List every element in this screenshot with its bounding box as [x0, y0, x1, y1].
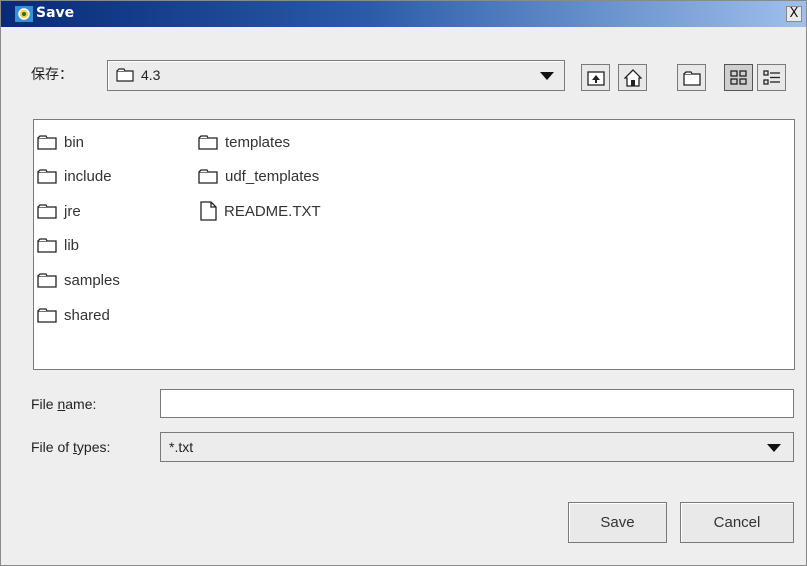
- list-item[interactable]: lib: [37, 235, 79, 255]
- details-view-button[interactable]: [757, 64, 786, 91]
- app-icon: [15, 6, 33, 22]
- details-view-icon: [763, 70, 780, 85]
- title-bar[interactable]: Save X: [1, 1, 806, 27]
- save-dialog: Save X 保存： 4.3 bin include jre lib sampl…: [0, 0, 807, 566]
- list-item-label: README.TXT: [224, 202, 321, 220]
- new-folder-icon: [683, 71, 701, 86]
- list-item-label: include: [64, 167, 112, 185]
- file-list[interactable]: bin include jre lib samples shared templ…: [33, 119, 795, 370]
- list-item-label: jre: [64, 202, 81, 220]
- close-button[interactable]: X: [786, 6, 802, 22]
- list-item-label: udf_templates: [225, 167, 320, 185]
- save-in-dropdown[interactable]: 4.3: [107, 60, 565, 91]
- folder-icon: [37, 203, 57, 219]
- chevron-down-icon: [540, 72, 554, 80]
- list-view-icon: [730, 70, 747, 85]
- folder-icon: [198, 168, 218, 184]
- file-type-dropdown[interactable]: *.txt: [160, 432, 794, 462]
- cancel-button[interactable]: Cancel: [680, 502, 794, 543]
- list-item[interactable]: include: [37, 166, 112, 186]
- file-name-label: File name:: [31, 396, 97, 412]
- chevron-down-icon: [767, 444, 781, 452]
- up-one-level-button[interactable]: [581, 64, 610, 91]
- folder-icon: [37, 134, 57, 150]
- folder-icon: [37, 168, 57, 184]
- list-item[interactable]: templates: [198, 132, 290, 152]
- list-item[interactable]: udf_templates: [198, 166, 319, 186]
- list-item[interactable]: bin: [37, 132, 84, 152]
- list-item-label: templates: [225, 133, 291, 151]
- list-item[interactable]: samples: [37, 270, 120, 290]
- up-one-level-icon: [587, 71, 605, 86]
- file-name-input[interactable]: [160, 389, 794, 418]
- save-button[interactable]: Save: [568, 502, 667, 543]
- file-icon: [200, 201, 217, 221]
- list-item-label: bin: [64, 133, 85, 151]
- folder-icon: [37, 307, 57, 323]
- list-item[interactable]: jre: [37, 201, 81, 221]
- list-item-label: lib: [64, 236, 80, 254]
- list-item[interactable]: README.TXT: [200, 201, 321, 221]
- folder-icon: [198, 134, 218, 150]
- folder-icon: [37, 272, 57, 288]
- save-in-value: 4.3: [141, 67, 161, 83]
- list-view-button[interactable]: [724, 64, 753, 91]
- home-icon: [624, 69, 642, 87]
- file-type-value: *.txt: [169, 439, 194, 455]
- folder-icon: [116, 68, 134, 82]
- window-title: Save: [36, 5, 75, 21]
- list-item-label: samples: [64, 271, 120, 289]
- list-item-label: shared: [64, 306, 110, 324]
- save-in-label: 保存：: [31, 66, 73, 82]
- close-icon: X: [789, 6, 799, 21]
- folder-icon: [37, 237, 57, 253]
- file-type-label: File of types:: [31, 439, 111, 455]
- list-item[interactable]: shared: [37, 305, 110, 325]
- new-folder-button[interactable]: [677, 64, 706, 91]
- home-button[interactable]: [618, 64, 647, 91]
